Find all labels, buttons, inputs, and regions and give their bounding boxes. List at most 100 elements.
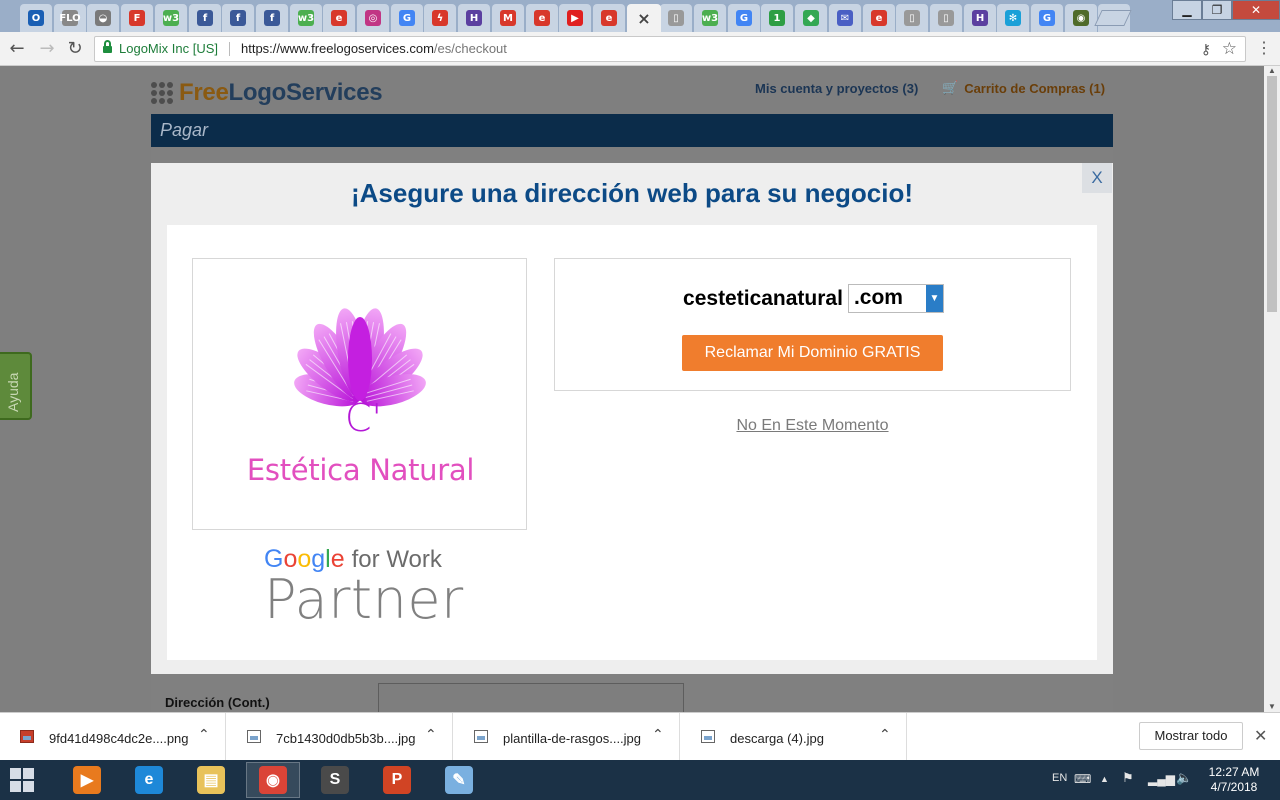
page-icon: ▯: [668, 10, 684, 26]
browser-tab[interactable]: f: [222, 4, 254, 32]
account-projects-link[interactable]: Mis cuenta y proyectos (3): [755, 81, 918, 96]
reload-icon[interactable]: ↻: [64, 38, 86, 60]
browser-menu-icon[interactable]: ⋮: [1256, 40, 1272, 58]
taskbar-app[interactable]: P: [370, 762, 424, 798]
chevron-up-icon[interactable]: ⌃: [198, 727, 210, 743]
browser-tab[interactable]: G: [1031, 4, 1063, 32]
globe-icon: ◉: [1073, 10, 1089, 26]
browser-tab[interactable]: M: [492, 4, 524, 32]
scroll-down-arrow-icon[interactable]: ▼: [1264, 702, 1280, 712]
download-item[interactable]: 7cb1430d0db5b3b....jpg ⌃: [227, 713, 453, 761]
browser-tab[interactable]: f: [189, 4, 221, 32]
browser-tab[interactable]: ▯: [896, 4, 928, 32]
shopping-cart-link[interactable]: 🛒 Carrito de Compras (1): [942, 81, 1105, 96]
browser-tab[interactable]: ▯: [660, 4, 692, 32]
close-downloads-icon[interactable]: ✕: [1254, 726, 1267, 745]
tray-expand-icon[interactable]: ▲: [1100, 774, 1109, 784]
download-item[interactable]: descarga (4).jpg ⌃: [681, 713, 907, 761]
browser-tab[interactable]: G: [728, 4, 760, 32]
browser-tab[interactable]: ×: [627, 4, 661, 32]
not-now-link[interactable]: No En Este Momento: [554, 417, 1071, 435]
browser-tab[interactable]: ◒: [87, 4, 119, 32]
claim-domain-button[interactable]: Reclamar Mi Dominio GRATIS: [682, 335, 943, 371]
scroll-up-arrow-icon[interactable]: ▲: [1264, 66, 1280, 76]
keyboard-icon[interactable]: ⌨: [1074, 772, 1091, 786]
gmail-icon: M: [500, 10, 516, 26]
bowl-icon: ◒: [95, 10, 111, 26]
url-path: /es/checkout: [433, 41, 507, 56]
key-icon[interactable]: ⚷: [1201, 37, 1211, 61]
google-icon: G: [736, 10, 752, 26]
taskbar-app[interactable]: ✎: [432, 762, 486, 798]
taskbar-app[interactable]: ▤: [184, 762, 238, 798]
w3-icon: w3: [298, 10, 314, 26]
taskbar-app[interactable]: ◉: [246, 762, 300, 798]
chevron-up-icon[interactable]: ⌃: [652, 727, 664, 743]
browser-tab[interactable]: f: [256, 4, 288, 32]
site-logo[interactable]: FreeLogoServices: [151, 78, 383, 108]
browser-tab[interactable]: H: [458, 4, 490, 32]
taskbar-clock[interactable]: 12:27 AM 4/7/2018: [1204, 765, 1264, 795]
restore-button[interactable]: ❐: [1202, 0, 1232, 20]
bookmark-star-icon[interactable]: ☆: [1222, 37, 1237, 61]
site-identity: LogoMix Inc [US]: [119, 41, 218, 56]
swirl-icon: e: [331, 10, 347, 26]
facebook-icon: f: [264, 10, 280, 26]
close-icon[interactable]: ×: [636, 9, 652, 28]
browser-tab[interactable]: O: [20, 4, 52, 32]
browser-tab[interactable]: w3: [290, 4, 322, 32]
chevron-up-icon[interactable]: ⌃: [425, 727, 437, 743]
browser-tab[interactable]: ▶: [559, 4, 591, 32]
download-item[interactable]: plantilla-de-rasgos....jpg ⌃: [454, 713, 680, 761]
language-indicator[interactable]: EN: [1052, 772, 1067, 784]
google-icon: G: [399, 10, 415, 26]
browser-tab[interactable]: 1: [761, 4, 793, 32]
modal-content-panel: C' Estética Natural Google for Work Part…: [167, 225, 1097, 660]
action-center-flag-icon[interactable]: ⚑: [1122, 770, 1134, 786]
browser-tab[interactable]: w3: [694, 4, 726, 32]
start-button[interactable]: [10, 768, 36, 792]
page-icon: ▯: [904, 10, 920, 26]
browser-tab[interactable]: w3: [155, 4, 187, 32]
network-signal-icon[interactable]: ▂▄▆: [1148, 772, 1175, 786]
taskbar-app[interactable]: ▶: [60, 762, 114, 798]
volume-icon[interactable]: 🔈: [1176, 770, 1192, 786]
show-all-downloads-button[interactable]: Mostrar todo: [1139, 722, 1243, 750]
browser-tab[interactable]: ◉: [1065, 4, 1097, 32]
page-viewport: FreeLogoServices Mis cuenta y proyectos …: [0, 66, 1264, 712]
browser-tab[interactable]: e: [593, 4, 625, 32]
chrome-icon: ◉: [259, 766, 287, 794]
browser-tab[interactable]: ϟ: [424, 4, 456, 32]
browser-tab[interactable]: H: [964, 4, 996, 32]
page-scrollbar[interactable]: ▲ ▼: [1264, 66, 1280, 712]
browser-tab[interactable]: ◎: [357, 4, 389, 32]
back-arrow-icon[interactable]: ←: [6, 38, 28, 60]
browser-tab[interactable]: ✻: [997, 4, 1029, 32]
browser-tab[interactable]: e: [526, 4, 558, 32]
browser-tab[interactable]: ✉: [829, 4, 861, 32]
image-file-icon: [701, 730, 715, 743]
scrollbar-thumb[interactable]: [1267, 76, 1277, 312]
browser-tab[interactable]: e: [863, 4, 895, 32]
browser-tab[interactable]: FLO: [54, 4, 86, 32]
help-tab[interactable]: Ayuda: [0, 352, 32, 420]
forward-arrow-icon[interactable]: →: [36, 38, 58, 60]
download-item[interactable]: 9fd41d498c4dc2e....png ⌃: [0, 713, 226, 761]
browser-tab[interactable]: ▯: [930, 4, 962, 32]
tld-dropdown[interactable]: .com ▼: [847, 284, 944, 313]
address-cont-input[interactable]: [378, 683, 684, 712]
taskbar-app[interactable]: e: [122, 762, 176, 798]
browser-tab[interactable]: e: [323, 4, 355, 32]
window-close-button[interactable]: ✕: [1232, 0, 1280, 20]
browser-tab[interactable]: F: [121, 4, 153, 32]
help-tab-label: Ayuda: [5, 372, 21, 412]
chevron-up-icon[interactable]: ⌃: [879, 727, 891, 743]
address-bar[interactable]: LogoMix Inc [US] https://www.freelogoser…: [94, 36, 1246, 62]
browser-tab[interactable]: G: [391, 4, 423, 32]
download-filename: 7cb1430d0db5b3b....jpg: [276, 731, 416, 746]
minimize-button[interactable]: ▁: [1172, 0, 1202, 20]
taskbar-app[interactable]: S: [308, 762, 362, 798]
dropdown-arrow-icon[interactable]: ▼: [925, 285, 943, 312]
browser-tab[interactable]: ◆: [795, 4, 827, 32]
browser-toolbar: ← → ↻ LogoMix Inc [US] https://www.freel…: [0, 32, 1280, 66]
